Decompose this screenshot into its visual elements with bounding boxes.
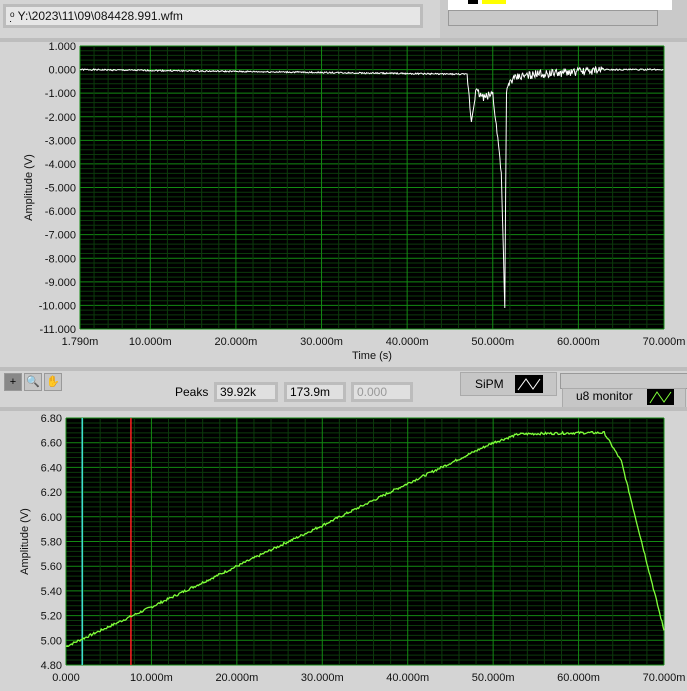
y-tick-label: -2.000: [45, 112, 76, 124]
path-icon: ᵒ̣: [10, 9, 18, 23]
legend-u8-monitor[interactable]: u8 monitor: [562, 388, 686, 408]
x-tick-label: 20.000m: [215, 672, 258, 684]
divider: [0, 367, 687, 371]
y-tick-label: 6.60: [41, 438, 62, 450]
amplitude-graph-top[interactable]: 1.000 0.000 -1.000 -2.000 -3.000 -4.000 -5.000…: [0, 42, 687, 367]
x-tick-label: 10.000m: [130, 672, 173, 684]
legend-scrollbar[interactable]: [560, 373, 687, 389]
y-tick-label: -1.000: [45, 88, 76, 100]
y-tick-label: 6.20: [41, 487, 62, 499]
y-tick-label: 5.60: [41, 561, 62, 573]
x-tick-label: 60.000m: [557, 672, 600, 684]
x-tick-label: 70.000m: [643, 336, 686, 348]
x-tick-label: 0.000: [52, 672, 80, 684]
y-tick-label: -3.000: [45, 135, 76, 147]
x-tick-label: 30.000m: [301, 672, 344, 684]
x-tick-label: 10.000m: [129, 336, 172, 348]
x-tick-label: 50.000m: [472, 672, 515, 684]
x-tick-label: 20.000m: [215, 336, 258, 348]
x-tick-label: 50.000m: [471, 336, 514, 348]
y-tick-label: 6.40: [41, 462, 62, 474]
legend-u8-label: u8 monitor: [576, 389, 633, 403]
file-path-control[interactable]: ᵒ̣ Y:\2023\11\09\084428.991.wfm: [3, 4, 423, 28]
y-tick-label: 5.80: [41, 537, 62, 549]
y-tick-label: 5.00: [41, 635, 62, 647]
x-tick-label: 60.000m: [557, 336, 600, 348]
y-tick-label: 1.000: [48, 42, 76, 53]
y-tick-label: -7.000: [45, 230, 76, 242]
y-tick-label: -5.000: [45, 183, 76, 195]
waveform-table[interactable]: [448, 0, 672, 10]
x-tick-label: 40.000m: [386, 336, 429, 348]
peaks-value-3: 0.000: [351, 382, 413, 402]
legend-sipm[interactable]: SiPM: [460, 372, 557, 396]
y-tick-label: 6.80: [41, 413, 62, 425]
file-path-text: Y:\2023\11\09\084428.991.wfm: [17, 9, 183, 23]
cursor-tool-button[interactable]: +: [4, 373, 22, 391]
y-tick-label: -4.000: [45, 159, 76, 171]
peaks-value-1[interactable]: 39.92k: [214, 382, 278, 402]
y-tick-label: 0.000: [48, 65, 76, 77]
x-tick-label: 30.000m: [300, 336, 343, 348]
y-tick-label: 4.80: [41, 660, 62, 672]
peaks-value-2[interactable]: 173.9m: [284, 382, 346, 402]
y-tick-label: -10.000: [39, 300, 76, 312]
y-tick-label: -8.000: [45, 253, 76, 265]
y-tick-label: -6.000: [45, 206, 76, 218]
legend-sipm-label: SiPM: [475, 377, 504, 391]
x-axis-label: Time (s): [352, 350, 392, 362]
x-tick-label: 70.000m: [643, 672, 686, 684]
sipm-plot-style-icon: [515, 375, 543, 393]
x-tick-label: 1.790m: [62, 336, 99, 348]
u8-plot-style-icon: [647, 389, 674, 405]
y-tick-label: -11.000: [40, 324, 77, 336]
x-tick-label: 40.000m: [386, 672, 429, 684]
zoom-tool-button[interactable]: 🔍: [24, 373, 42, 391]
table-horizontal-scrollbar[interactable]: [448, 10, 658, 26]
y-tick-label: -9.000: [45, 277, 76, 289]
y-axis-label: Amplitude (V): [19, 508, 31, 575]
y-tick-label: 6.00: [41, 512, 62, 524]
pan-tool-button[interactable]: ✋: [44, 373, 62, 391]
amplitude-graph-bottom[interactable]: 6.80 6.60 6.40 6.20 6.00 5.80 5.60 5.40 5.20 5.00…: [0, 411, 687, 691]
y-axis-label: Amplitude (V): [23, 154, 35, 221]
graph-palette: + 🔍 ✋: [4, 373, 62, 391]
y-tick-label: 5.20: [41, 611, 62, 623]
y-tick-label: 5.40: [41, 586, 62, 598]
peaks-label: Peaks: [175, 385, 209, 399]
